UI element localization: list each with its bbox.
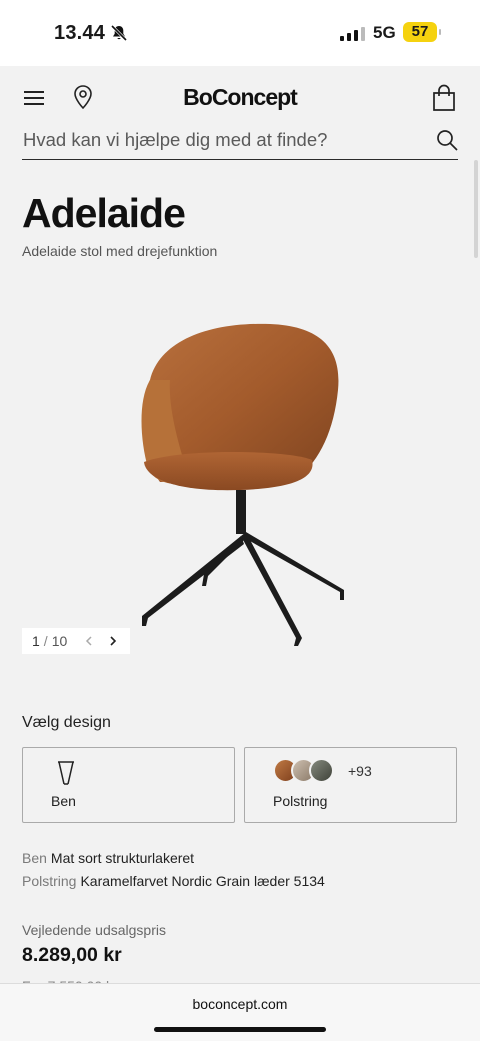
gallery-pager: 1 / 10 bbox=[22, 628, 130, 654]
upholstery-option-card[interactable]: +93 Polstring bbox=[244, 747, 457, 823]
gallery-total: 10 bbox=[51, 633, 68, 649]
home-indicator[interactable] bbox=[154, 1027, 326, 1032]
status-bar: 13.44 5G 57 bbox=[0, 0, 480, 66]
search-icon[interactable] bbox=[436, 129, 458, 151]
gallery-separator: / bbox=[43, 633, 48, 649]
signal-strength-icon bbox=[340, 25, 365, 41]
spec-legs-value: Mat sort strukturlakeret bbox=[50, 850, 195, 866]
scrollbar[interactable] bbox=[474, 160, 478, 258]
brand-logo[interactable]: BoConcept bbox=[0, 84, 480, 111]
more-swatches-count: +93 bbox=[348, 763, 372, 779]
swatch-olive bbox=[309, 758, 334, 783]
muted-bell-icon bbox=[110, 24, 128, 42]
product-subtitle: Adelaide stol med drejefunktion bbox=[22, 243, 218, 259]
spec-upholstery-value: Karamelfarvet Nordic Grain læder 5134 bbox=[80, 873, 325, 889]
design-heading: Vælg design bbox=[22, 714, 111, 731]
status-time: 13.44 bbox=[54, 22, 106, 44]
network-type: 5G bbox=[373, 23, 396, 42]
search-bar bbox=[22, 120, 458, 160]
chevron-right-icon[interactable] bbox=[106, 632, 120, 650]
product-title: Adelaide bbox=[22, 190, 186, 236]
price-label: Vejledende udsalgspris bbox=[22, 922, 166, 938]
legs-option-label: Ben bbox=[51, 793, 76, 809]
upholstery-option-label: Polstring bbox=[273, 793, 328, 809]
browser-url[interactable]: boconcept.com bbox=[0, 996, 480, 1012]
chair-leg-icon bbox=[58, 761, 74, 785]
shopping-bag-icon[interactable] bbox=[432, 84, 456, 112]
upholstery-swatches bbox=[273, 758, 334, 783]
spec-legs: Ben Mat sort strukturlakeret bbox=[22, 850, 194, 866]
search-input[interactable] bbox=[22, 120, 422, 160]
spec-upholstery: Polstring Karamelfarvet Nordic Grain læde… bbox=[22, 873, 325, 889]
battery-indicator: 57 bbox=[403, 22, 441, 42]
product-image[interactable] bbox=[120, 300, 360, 660]
spec-legs-key: Ben bbox=[22, 850, 47, 866]
gallery-current: 1 bbox=[32, 633, 40, 649]
spec-upholstery-key: Polstring bbox=[22, 873, 77, 889]
chevron-left-icon[interactable] bbox=[82, 632, 96, 650]
price: 8.289,00 kr bbox=[22, 944, 122, 966]
browser-address-bar[interactable]: boconcept.com bbox=[0, 983, 480, 1041]
legs-option-card[interactable]: Ben bbox=[22, 747, 235, 823]
